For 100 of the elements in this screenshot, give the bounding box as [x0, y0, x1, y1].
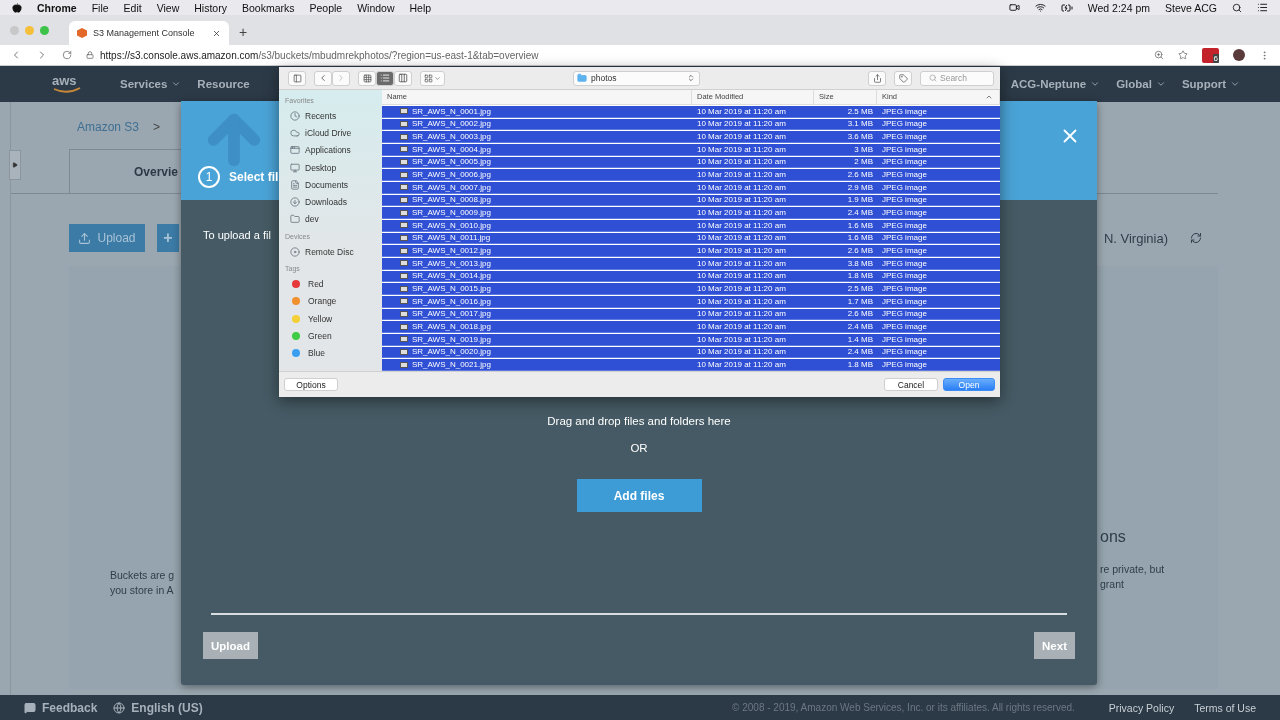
apple-icon[interactable] — [12, 2, 22, 13]
menu-item[interactable]: Chrome — [37, 1, 77, 14]
battery-icon[interactable] — [1060, 1, 1073, 14]
applications-icon — [290, 145, 300, 156]
footer-link[interactable]: Terms of Use — [1194, 701, 1256, 714]
sidebar-item[interactable]: Applications — [285, 141, 382, 159]
file-row[interactable]: SR_AWS_N_0002.jpg 10 Mar 2019 at 11:20 am 3.1 MB JPEG image — [382, 118, 1000, 131]
monitor-icon — [290, 162, 300, 173]
group-button[interactable] — [420, 70, 445, 86]
document-icon — [290, 179, 300, 190]
clock-icon — [290, 110, 300, 121]
share-button[interactable] — [868, 70, 886, 86]
file-row[interactable]: SR_AWS_N_0001.jpg 10 Mar 2019 at 11:20 am 2.5 MB JPEG image — [382, 105, 1000, 118]
browser-tab[interactable]: S3 Management Console — [69, 21, 229, 45]
caret-icon — [171, 79, 182, 89]
footer-link[interactable]: Privacy Policy — [1108, 701, 1175, 714]
avatar[interactable] — [1233, 49, 1245, 61]
star-icon[interactable] — [1178, 50, 1188, 60]
reload-icon[interactable] — [62, 50, 72, 60]
caret-icon — [1230, 79, 1240, 89]
file-row[interactable]: SR_AWS_N_0008.jpg 10 Mar 2019 at 11:20 am 1.9 MB JPEG image — [382, 194, 1000, 207]
sidebar-item[interactable]: Recents — [285, 107, 382, 125]
menu-item[interactable]: View — [156, 1, 180, 14]
triangle-icon — [12, 162, 18, 168]
file-row[interactable]: SR_AWS_N_0011.jpg 10 Mar 2019 at 11:20 am 1.6 MB JPEG image — [382, 232, 1000, 245]
menu-item[interactable]: Edit — [123, 1, 142, 14]
sidebar-item[interactable]: Desktop — [285, 158, 382, 177]
search-field[interactable]: Search — [920, 70, 994, 86]
view-mode-button[interactable] — [358, 70, 376, 86]
menu-item[interactable]: File — [91, 1, 109, 14]
view-mode-button[interactable] — [376, 70, 394, 86]
file-row[interactable]: SR_AWS_N_0018.jpg 10 Mar 2019 at 11:20 am 2.4 MB JPEG image — [382, 321, 1000, 333]
chevron-left-icon — [318, 73, 328, 83]
nav-menu[interactable]: Resource — [197, 78, 250, 90]
search-input[interactable]: Search — [940, 73, 990, 83]
tag-button[interactable] — [894, 70, 912, 86]
menu-item[interactable]: Help — [409, 1, 432, 14]
file-row[interactable]: SR_AWS_N_0015.jpg 10 Mar 2019 at 11:20 am 2.5 MB JPEG image — [382, 283, 1000, 295]
sidebar-item[interactable]: Green — [285, 327, 382, 345]
file-row[interactable]: SR_AWS_N_0021.jpg 10 Mar 2019 at 11:20 am 1.8 MB JPEG image — [382, 359, 1000, 371]
menu-item[interactable]: History — [194, 1, 227, 14]
search-icon[interactable] — [1232, 2, 1242, 13]
file-row[interactable]: SR_AWS_N_0019.jpg 10 Mar 2019 at 11:20 am 1.4 MB JPEG image — [382, 333, 1000, 346]
step-number: 1 — [198, 166, 220, 188]
nav-menu[interactable]: Global — [1116, 78, 1166, 90]
file-row[interactable]: SR_AWS_N_0009.jpg 10 Mar 2019 at 11:20 am 2.4 MB JPEG image — [382, 207, 1000, 219]
speech-bubble-icon — [24, 701, 36, 714]
file-row[interactable]: SR_AWS_N_0020.jpg 10 Mar 2019 at 11:20 am 2.4 MB JPEG image — [382, 346, 1000, 359]
tag-icon — [898, 73, 908, 83]
sidebar-item[interactable]: iCloud Drive — [285, 124, 382, 142]
sidebar-item[interactable]: Downloads — [285, 193, 382, 211]
file-row[interactable]: SR_AWS_N_0004.jpg 10 Mar 2019 at 11:20 am 3 MB JPEG image — [382, 143, 1000, 156]
wifi-icon[interactable] — [1034, 2, 1046, 13]
sidebar-item[interactable]: Red — [285, 275, 382, 293]
nav-menu[interactable]: ACG-Neptune — [1010, 78, 1101, 90]
file-row[interactable]: SR_AWS_N_0016.jpg 10 Mar 2019 at 11:20 am 1.7 MB JPEG image — [382, 295, 1000, 308]
file-row[interactable]: SR_AWS_N_0014.jpg 10 Mar 2019 at 11:20 am 1.8 MB JPEG image — [382, 270, 1000, 283]
file-row[interactable]: SR_AWS_N_0017.jpg 10 Mar 2019 at 11:20 am 2.6 MB JPEG image — [382, 308, 1000, 321]
user-name[interactable]: Steve ACG — [1165, 1, 1217, 14]
extension-icon[interactable]: 6 — [1202, 47, 1219, 63]
sidebar-item[interactable]: Blue — [285, 344, 382, 362]
zoom-icon[interactable] — [1154, 50, 1164, 60]
sidebar-item[interactable]: Documents — [285, 176, 382, 194]
lock-icon — [86, 51, 94, 59]
sidebar-toggle[interactable] — [9, 150, 21, 180]
menu-item[interactable]: People — [309, 1, 343, 14]
nav-menu[interactable]: Support — [1181, 78, 1240, 90]
menu-clock[interactable]: Wed 2:24 pm — [1087, 1, 1151, 14]
list-icon[interactable] — [1257, 2, 1268, 13]
sidebar-toggle-button[interactable] — [288, 70, 306, 86]
options-button[interactable]: Options — [284, 378, 338, 391]
cancel-button[interactable]: Cancel — [884, 378, 938, 391]
new-tab-button[interactable]: + — [239, 24, 248, 40]
file-row[interactable]: SR_AWS_N_0007.jpg 10 Mar 2019 at 11:20 am 2.9 MB JPEG image — [382, 181, 1000, 194]
columns-icon — [398, 73, 408, 83]
sidebar-item[interactable]: Orange — [285, 292, 382, 310]
file-row[interactable]: SR_AWS_N_0010.jpg 10 Mar 2019 at 11:20 am 1.6 MB JPEG image — [382, 219, 1000, 232]
upload-icon — [78, 231, 92, 245]
language-selector[interactable]: English (US) — [113, 700, 203, 715]
file-row[interactable]: SR_AWS_N_0006.jpg 10 Mar 2019 at 11:20 am 2.6 MB JPEG image — [382, 169, 1000, 181]
refresh-icon[interactable] — [1190, 232, 1202, 244]
location-popup[interactable]: photos — [573, 70, 700, 86]
address-field[interactable]: https://s3.console.aws.amazon.com/s3/buckets/mbudmrekphotos/?region=us-east-1&tab=overview — [86, 49, 1140, 61]
feedback-link[interactable]: Feedback — [24, 700, 98, 715]
sidebar-item[interactable]: Yellow — [285, 309, 382, 328]
close-icon[interactable] — [212, 28, 221, 38]
nav-menu[interactable]: Services — [120, 78, 182, 90]
file-row[interactable]: SR_AWS_N_0005.jpg 10 Mar 2019 at 11:20 am 2 MB JPEG image — [382, 156, 1000, 169]
file-row[interactable]: SR_AWS_N_0012.jpg 10 Mar 2019 at 11:20 am 2.6 MB JPEG image — [382, 245, 1000, 257]
folder-icon — [577, 73, 587, 83]
menu-item[interactable]: Window — [357, 1, 395, 14]
caret-icon — [1090, 79, 1101, 89]
sidebar-item[interactable]: dev — [285, 210, 382, 229]
camera-icon[interactable] — [1008, 2, 1020, 13]
file-row[interactable]: SR_AWS_N_0003.jpg 10 Mar 2019 at 11:20 am 3.6 MB JPEG image — [382, 131, 1000, 143]
file-row[interactable]: SR_AWS_N_0013.jpg 10 Mar 2019 at 11:20 am 3.8 MB JPEG image — [382, 257, 1000, 270]
share-icon — [872, 73, 882, 83]
sidebar-item[interactable]: Remote Disc — [285, 243, 382, 261]
menu-item[interactable]: Bookmarks — [241, 1, 295, 14]
view-mode-button[interactable] — [394, 70, 412, 86]
